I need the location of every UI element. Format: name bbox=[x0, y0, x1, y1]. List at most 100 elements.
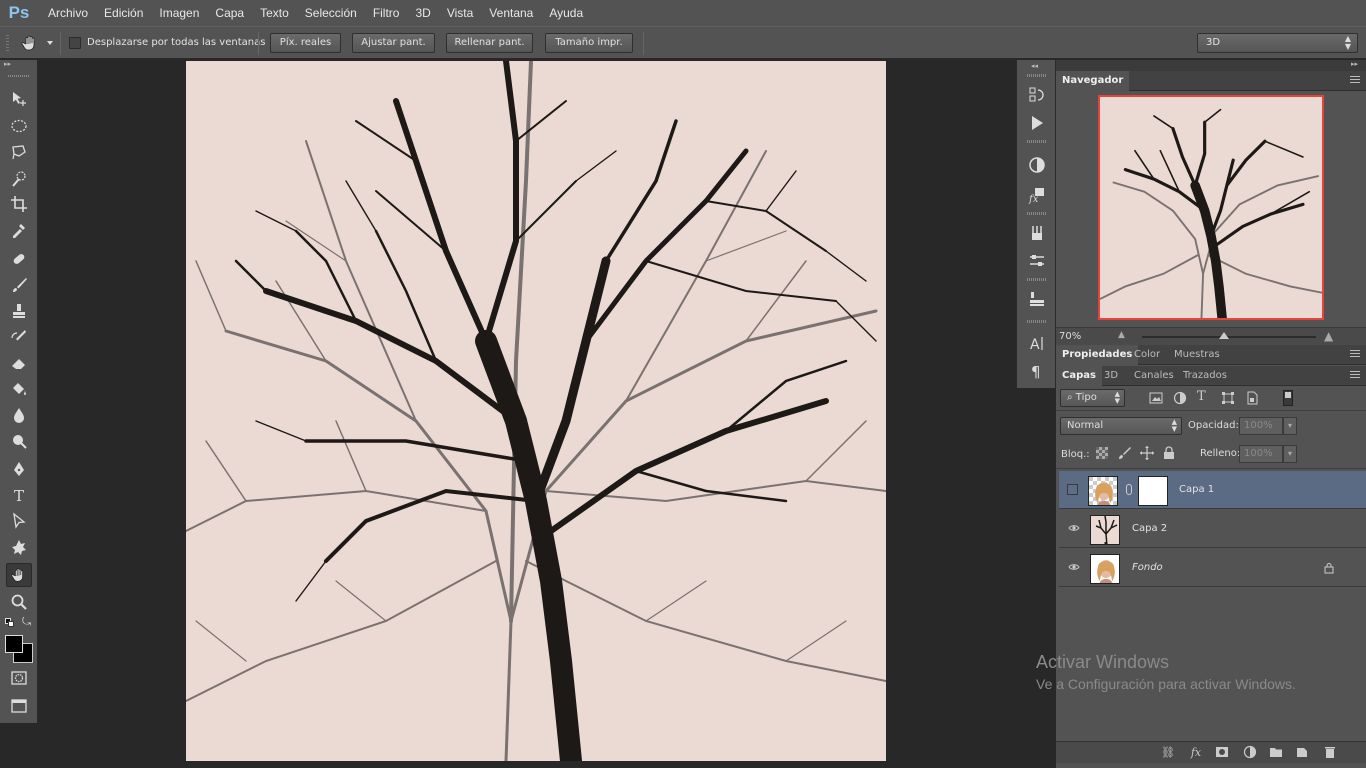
polygonal-lasso-tool-icon[interactable] bbox=[6, 140, 32, 164]
blur-tool-icon[interactable] bbox=[6, 403, 32, 427]
menu-filtro[interactable]: Filtro bbox=[365, 0, 408, 26]
eyedropper-tool-icon[interactable] bbox=[6, 218, 32, 242]
new-adjustment-layer-icon[interactable] bbox=[1242, 745, 1258, 761]
fill-dropdown-icon[interactable]: ▾ bbox=[1283, 445, 1297, 463]
crop-tool-icon[interactable] bbox=[6, 192, 32, 216]
type-tool-icon[interactable]: T bbox=[6, 483, 32, 507]
layer-name[interactable]: Fondo bbox=[1132, 549, 1163, 587]
actual-pixels-button[interactable]: Píx. reales bbox=[270, 33, 341, 53]
zoom-out-icon[interactable]: ▲ bbox=[1118, 330, 1125, 340]
navigator-zoom-value[interactable]: 70% bbox=[1059, 331, 1081, 342]
layer-mask-link-icon[interactable] bbox=[1126, 484, 1132, 495]
filter-pixel-layers-icon[interactable] bbox=[1149, 391, 1163, 405]
menu-ventana[interactable]: Ventana bbox=[481, 0, 541, 26]
delete-layer-icon[interactable] bbox=[1322, 745, 1338, 761]
custom-shape-tool-icon[interactable] bbox=[6, 535, 32, 559]
character-panel-icon[interactable]: A bbox=[1026, 332, 1048, 354]
options-grip[interactable] bbox=[6, 35, 9, 53]
swap-colors-icon[interactable]: ⤿ bbox=[22, 616, 34, 628]
tab-color[interactable]: Color bbox=[1128, 345, 1166, 365]
lock-transparent-pixels-icon[interactable] bbox=[1096, 447, 1108, 459]
layer-mask-thumbnail[interactable] bbox=[1138, 476, 1168, 506]
layer-thumbnail[interactable] bbox=[1088, 476, 1118, 506]
strip-grip[interactable] bbox=[1027, 74, 1047, 77]
tab-propiedades[interactable]: Propiedades bbox=[1056, 345, 1139, 365]
new-layer-icon[interactable] bbox=[1294, 745, 1310, 761]
document-canvas[interactable] bbox=[186, 61, 886, 761]
move-tool-icon[interactable] bbox=[6, 87, 32, 111]
layers-panel-menu-icon[interactable] bbox=[1350, 371, 1360, 380]
default-colors-icon[interactable] bbox=[5, 618, 15, 628]
layer-row-capa-2[interactable]: Capa 2 bbox=[1059, 510, 1366, 548]
layer-thumbnail[interactable] bbox=[1090, 515, 1120, 545]
menu-ayuda[interactable]: Ayuda bbox=[541, 0, 591, 26]
actions-panel-icon[interactable] bbox=[1026, 112, 1048, 134]
screen-mode-icon[interactable] bbox=[6, 694, 32, 718]
brush-panel-icon[interactable] bbox=[1026, 250, 1048, 272]
zoom-tool-icon[interactable] bbox=[6, 590, 32, 614]
lock-all-icon[interactable] bbox=[1162, 446, 1176, 460]
adjustments-panel-icon[interactable] bbox=[1026, 154, 1048, 176]
menu-capa[interactable]: Capa bbox=[207, 0, 252, 26]
layer-row-fondo[interactable]: Fondo bbox=[1059, 549, 1366, 587]
menu-edicion[interactable]: Edición bbox=[96, 0, 151, 26]
blend-mode-select[interactable]: Normal ▲ ▼ bbox=[1060, 417, 1182, 435]
menu-texto[interactable]: Texto bbox=[252, 0, 297, 26]
tab-trazados[interactable]: Trazados bbox=[1177, 366, 1233, 386]
expand-panels-icon[interactable]: ◂◂ bbox=[1031, 62, 1038, 70]
collapse-dock-icon[interactable]: ▸▸ bbox=[1351, 60, 1358, 68]
quick-mask-icon[interactable] bbox=[6, 666, 32, 690]
menu-imagen[interactable]: Imagen bbox=[151, 0, 207, 26]
layer-name[interactable]: Capa 1 bbox=[1179, 471, 1214, 509]
dodge-tool-icon[interactable] bbox=[6, 429, 32, 453]
link-layers-icon[interactable]: ⛓ bbox=[1160, 745, 1176, 761]
layer-style-icon[interactable]: fx bbox=[1188, 745, 1204, 761]
hand-tool-icon[interactable] bbox=[6, 563, 32, 587]
filter-type-layers-icon[interactable]: T bbox=[1197, 389, 1211, 405]
pen-tool-icon[interactable] bbox=[6, 457, 32, 481]
hand-tool-preset-icon[interactable] bbox=[20, 33, 42, 53]
paint-bucket-tool-icon[interactable] bbox=[6, 377, 32, 401]
history-brush-tool-icon[interactable] bbox=[6, 325, 32, 349]
eye-icon[interactable] bbox=[1068, 561, 1080, 573]
eye-icon[interactable] bbox=[1068, 522, 1080, 534]
history-panel-icon[interactable] bbox=[1026, 84, 1048, 106]
fill-field[interactable]: 100% bbox=[1239, 445, 1283, 463]
new-group-icon[interactable] bbox=[1268, 745, 1284, 761]
preset-dropdown-icon[interactable] bbox=[47, 41, 53, 45]
menu-seleccion[interactable]: Selección bbox=[297, 0, 365, 26]
add-mask-icon[interactable] bbox=[1214, 745, 1230, 761]
opacity-field[interactable]: 100% bbox=[1239, 417, 1283, 435]
tab-capas[interactable]: Capas bbox=[1056, 366, 1102, 386]
elliptical-marquee-tool-icon[interactable] bbox=[6, 114, 32, 138]
styles-panel-icon[interactable]: fx bbox=[1026, 184, 1048, 206]
print-size-button[interactable]: Tamaño impr. bbox=[545, 33, 633, 53]
menu-3d[interactable]: 3D bbox=[407, 0, 438, 26]
scroll-all-windows-checkbox[interactable] bbox=[69, 37, 81, 49]
strip-grip[interactable] bbox=[1027, 320, 1047, 323]
tab-3d[interactable]: 3D bbox=[1098, 366, 1124, 386]
zoom-in-icon[interactable]: ▲ bbox=[1324, 329, 1333, 343]
spot-healing-brush-tool-icon[interactable] bbox=[6, 247, 32, 271]
path-selection-tool-icon[interactable] bbox=[6, 509, 32, 533]
properties-panel-menu-icon[interactable] bbox=[1350, 350, 1360, 359]
foreground-color-swatch[interactable] bbox=[5, 635, 23, 653]
menu-vista[interactable]: Vista bbox=[439, 0, 481, 26]
layer-filter-select[interactable]: ⌕ Tipo ▲ ▼ bbox=[1060, 389, 1125, 407]
toolbox-grip[interactable] bbox=[8, 75, 30, 77]
lock-image-pixels-icon[interactable] bbox=[1118, 446, 1132, 460]
paragraph-panel-icon[interactable]: ¶ bbox=[1026, 360, 1048, 382]
tab-navegador[interactable]: Navegador bbox=[1056, 71, 1130, 91]
eraser-tool-icon[interactable] bbox=[6, 351, 32, 375]
navigator-preview[interactable] bbox=[1098, 95, 1324, 320]
quick-selection-tool-icon[interactable] bbox=[6, 167, 32, 191]
layer-name[interactable]: Capa 2 bbox=[1132, 510, 1167, 548]
menu-archivo[interactable]: Archivo bbox=[40, 0, 96, 26]
strip-grip[interactable] bbox=[1027, 278, 1047, 281]
clone-stamp-tool-icon[interactable] bbox=[6, 299, 32, 323]
navigator-zoom-slider[interactable] bbox=[1142, 336, 1316, 338]
brush-tool-icon[interactable] bbox=[6, 273, 32, 297]
filter-smart-objects-icon[interactable] bbox=[1245, 391, 1259, 405]
filter-toggle-switch[interactable] bbox=[1283, 390, 1293, 406]
filter-adjustment-layers-icon[interactable] bbox=[1173, 391, 1187, 405]
